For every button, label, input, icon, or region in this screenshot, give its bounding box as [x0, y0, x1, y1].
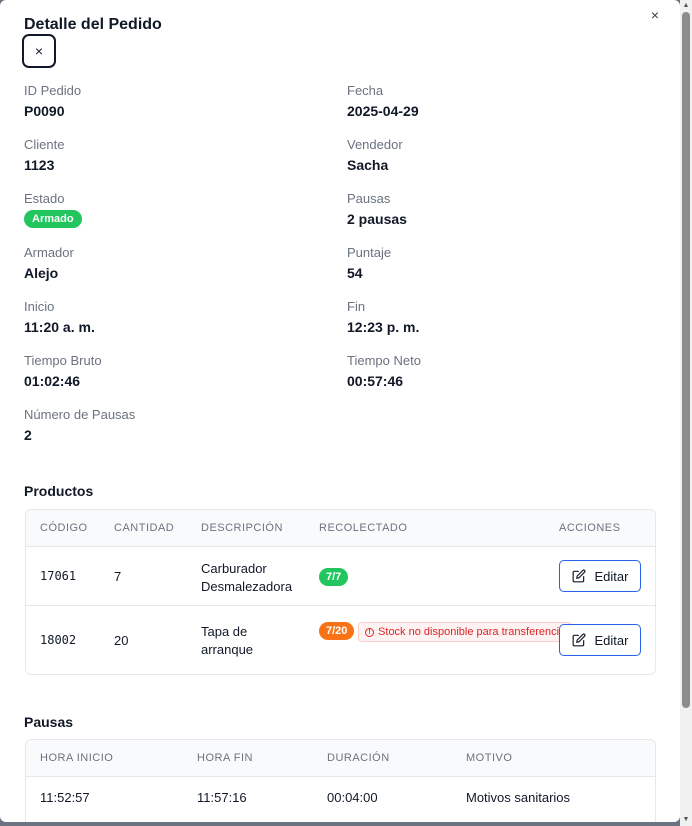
field-tiempo-bruto: Tiempo Bruto 01:02:46: [24, 353, 102, 390]
cell-duracion: 00:04:00: [327, 790, 378, 805]
header-descripcion: DESCRIPCIÓN: [201, 522, 283, 534]
cell-hora-fin: 11:57:16: [197, 790, 247, 805]
scrollbar-thumb[interactable]: [682, 12, 690, 708]
field-value: 2: [24, 427, 32, 443]
field-label: Tiempo Neto: [347, 353, 421, 368]
header-hora-inicio: HORA INICIO: [40, 752, 114, 764]
field-fin: Fin 12:23 p. m.: [347, 299, 419, 336]
field-label: Cliente: [24, 137, 65, 152]
stock-warning: ! Stock no disponible para transferencia: [358, 622, 573, 642]
field-label: Pausas: [347, 191, 391, 206]
field-value: 12:23 p. m.: [347, 319, 420, 335]
cell-descripcion: Carburador Desmalezadora: [201, 560, 292, 596]
field-label: Armador: [24, 245, 74, 260]
edit-button[interactable]: Editar: [559, 624, 641, 656]
status-badge: Armado: [24, 210, 82, 228]
collected-badge: 7/20: [319, 621, 355, 640]
field-inicio: Inicio 11:20 a. m.: [24, 299, 95, 336]
field-label: ID Pedido: [24, 83, 82, 98]
field-pausas: Pausas 2 pausas: [347, 191, 407, 228]
field-id-pedido: ID Pedido P0090: [24, 83, 81, 120]
productos-section-title: Productos: [24, 483, 94, 499]
field-label: Tiempo Bruto: [24, 353, 102, 368]
field-label: Fin: [347, 299, 366, 314]
edit-icon: [572, 569, 585, 583]
close-icon[interactable]: ×: [648, 8, 662, 22]
cell-hora-inicio: 11:52:57: [40, 790, 90, 805]
field-label: Inicio: [24, 299, 55, 314]
cell-codigo: 18002: [40, 633, 77, 647]
field-value: P0090: [24, 103, 65, 119]
field-label: Vendedor: [347, 137, 403, 152]
field-value: 00:57:46: [347, 373, 404, 389]
edit-button-label: Editar: [594, 568, 629, 584]
field-label: Puntaje: [347, 245, 392, 260]
cell-cantidad: 7: [114, 569, 122, 584]
pausas-section-title: Pausas: [24, 714, 74, 730]
description-line: Tapa de: [201, 624, 248, 639]
field-numero-pausas: Número de Pausas 2: [24, 407, 135, 444]
field-fecha: Fecha 2025-04-29: [347, 83, 419, 120]
scrollbar[interactable]: ▲ ▼: [680, 0, 692, 826]
cell-descripcion: Tapa de arranque: [201, 623, 253, 659]
field-value: 1123: [24, 157, 55, 173]
field-estado: Estado Armado: [24, 191, 82, 228]
table-row: 11:52:57 11:57:16 00:04:00 Motivos sanit…: [26, 777, 655, 821]
field-puntaje: Puntaje 54: [347, 245, 391, 282]
close-button[interactable]: ×: [22, 34, 56, 68]
field-tiempo-neto: Tiempo Neto 00:57:46: [347, 353, 421, 390]
field-value: 11:20 a. m.: [24, 319, 95, 335]
description-line: arranque: [201, 642, 254, 657]
field-value: Sacha: [347, 157, 389, 173]
field-armador: Armador Alejo: [24, 245, 74, 282]
header-hora-fin: HORA FIN: [197, 752, 253, 764]
table-header: CÓDIGO CANTIDAD DESCRIPCIÓN RECOLECTADO …: [26, 510, 655, 547]
scroll-up-arrow-icon[interactable]: ▲: [682, 2, 690, 10]
pausas-table: HORA INICIO HORA FIN DURACIÓN MOTIVO 11:…: [25, 739, 656, 822]
edit-button-label: Editar: [594, 632, 629, 648]
header-acciones: ACCIONES: [559, 522, 621, 534]
field-value: 01:02:46: [24, 373, 81, 389]
field-value: 2025-04-29: [347, 103, 419, 119]
modal-title: Detalle del Pedido: [24, 16, 162, 33]
header-recolectado: RECOLECTADO: [319, 522, 408, 534]
collected-badge: 7/7: [319, 568, 349, 586]
field-label: Número de Pausas: [24, 407, 136, 422]
edit-icon: [572, 633, 585, 647]
cell-recolectado: 7/7: [319, 568, 349, 586]
edit-button[interactable]: Editar: [559, 560, 641, 592]
cell-cantidad: 20: [114, 633, 129, 648]
alert-circle-icon: !: [365, 627, 375, 637]
description-line: Desmalezadora: [201, 579, 293, 594]
stock-warning-text: Stock no disponible para transferencia: [378, 626, 566, 638]
productos-table: CÓDIGO CANTIDAD DESCRIPCIÓN RECOLECTADO …: [25, 509, 656, 675]
field-value: 2 pausas: [347, 211, 407, 227]
description-line: Carburador: [201, 561, 267, 576]
cell-recolectado: 7/20 ! Stock no disponible para transfer…: [319, 618, 573, 642]
header-codigo: CÓDIGO: [40, 522, 88, 534]
field-value: Alejo: [24, 265, 59, 281]
field-vendedor: Vendedor Sacha: [347, 137, 403, 174]
cell-motivo: Motivos sanitarios: [466, 790, 571, 805]
table-header: HORA INICIO HORA FIN DURACIÓN MOTIVO: [26, 740, 655, 777]
header-duracion: DURACIÓN: [327, 752, 390, 764]
order-detail-modal: Detalle del Pedido × × ID Pedido P0090 F…: [0, 0, 680, 822]
header-motivo: MOTIVO: [466, 752, 513, 764]
field-label: Fecha: [347, 83, 384, 98]
scroll-down-arrow-icon[interactable]: ▼: [682, 816, 690, 824]
field-label: Estado: [24, 191, 65, 206]
table-row: 17061 7 Carburador Desmalezadora 7/7 Edi…: [26, 547, 655, 606]
table-row: 18002 20 Tapa de arranque 7/20 ! Stock n…: [26, 606, 655, 674]
close-icon: ×: [34, 43, 44, 59]
field-cliente: Cliente 1123: [24, 137, 64, 174]
header-cantidad: CANTIDAD: [114, 522, 175, 534]
cell-codigo: 17061: [40, 569, 77, 583]
field-value: 54: [347, 265, 363, 281]
